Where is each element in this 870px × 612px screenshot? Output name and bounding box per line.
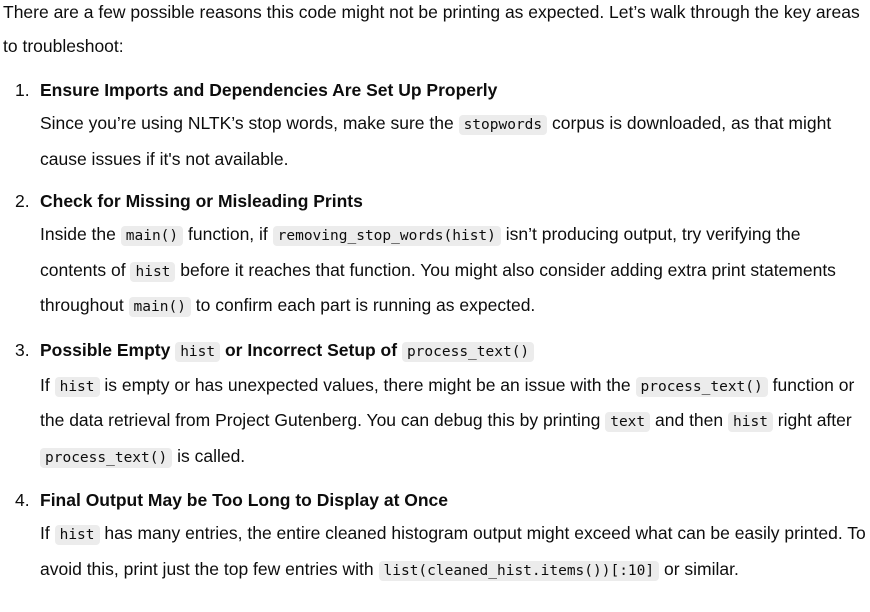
text-run: Since you’re using NLTK’s stop words, ma… xyxy=(40,113,459,133)
inline-code: process_text() xyxy=(40,447,173,468)
list-item-heading: Check for Missing or Misleading Prints xyxy=(40,184,870,218)
response-document: There are a few possible reasons this co… xyxy=(0,0,870,588)
list-item: 3. Possible Empty hist or Incorrect Setu… xyxy=(3,333,870,476)
list-item-number: 3. xyxy=(15,339,30,360)
text-run: Possible Empty xyxy=(40,339,176,360)
list-item-number: 1. xyxy=(15,80,30,100)
list-item-number: 4. xyxy=(15,490,30,510)
inline-code: hist xyxy=(175,341,221,362)
text-run: Inside the xyxy=(40,224,121,244)
text-run: or similar. xyxy=(659,558,739,579)
inline-code: stopwords xyxy=(458,115,548,135)
inline-code: list(cleaned_hist.items())[:10] xyxy=(378,560,660,581)
text-run: If xyxy=(40,523,55,543)
troubleshooting-list: 1. Ensure Imports and Dependencies Are S… xyxy=(3,73,870,588)
inline-code: hist xyxy=(130,261,176,282)
inline-code: hist xyxy=(54,376,100,397)
text-run: right after xyxy=(772,410,852,430)
inline-code: main() xyxy=(128,297,191,317)
inline-code: process_text() xyxy=(401,341,535,362)
list-item-body: Inside the main() function, if removing_… xyxy=(40,218,870,325)
inline-code: hist xyxy=(728,412,773,432)
inline-code: process_text() xyxy=(635,376,768,397)
text-run: is empty or has unexpected values, there… xyxy=(99,374,636,395)
list-item-heading: Possible Empty hist or Incorrect Setup o… xyxy=(40,333,870,369)
text-run: Check for Missing or Misleading Prints xyxy=(40,191,363,211)
list-item: 4. Final Output May be Too Long to Displ… xyxy=(3,483,870,588)
text-run: to confirm each part is running as expec… xyxy=(190,295,536,315)
text-run: is called. xyxy=(172,445,246,466)
list-item-number: 2. xyxy=(15,191,30,211)
list-item: 2. Check for Missing or Misleading Print… xyxy=(3,184,870,325)
list-item-body: If hist has many entries, the entire cle… xyxy=(40,517,870,588)
inline-code: hist xyxy=(54,525,100,545)
intro-paragraph: There are a few possible reasons this co… xyxy=(3,0,870,63)
list-item-heading: Ensure Imports and Dependencies Are Set … xyxy=(40,73,870,107)
inline-code: main() xyxy=(120,226,184,246)
text-run: If xyxy=(40,374,55,395)
text-run: Ensure Imports and Dependencies Are Set … xyxy=(40,80,498,100)
text-run: and then xyxy=(650,410,728,430)
text-run: There are a few possible reasons this co… xyxy=(3,2,860,56)
text-run: Final Output May be Too Long to Display … xyxy=(40,490,449,510)
inline-code: text xyxy=(605,412,651,432)
text-run: or Incorrect Setup of xyxy=(220,339,402,360)
list-item-body: If hist is empty or has unexpected value… xyxy=(40,369,870,476)
list-item-body: Since you’re using NLTK’s stop words, ma… xyxy=(40,107,870,176)
list-item: 1. Ensure Imports and Dependencies Are S… xyxy=(3,73,870,176)
inline-code: removing_stop_words(hist) xyxy=(272,226,501,246)
list-item-heading: Final Output May be Too Long to Display … xyxy=(40,483,870,517)
text-run: function, if xyxy=(183,224,273,244)
